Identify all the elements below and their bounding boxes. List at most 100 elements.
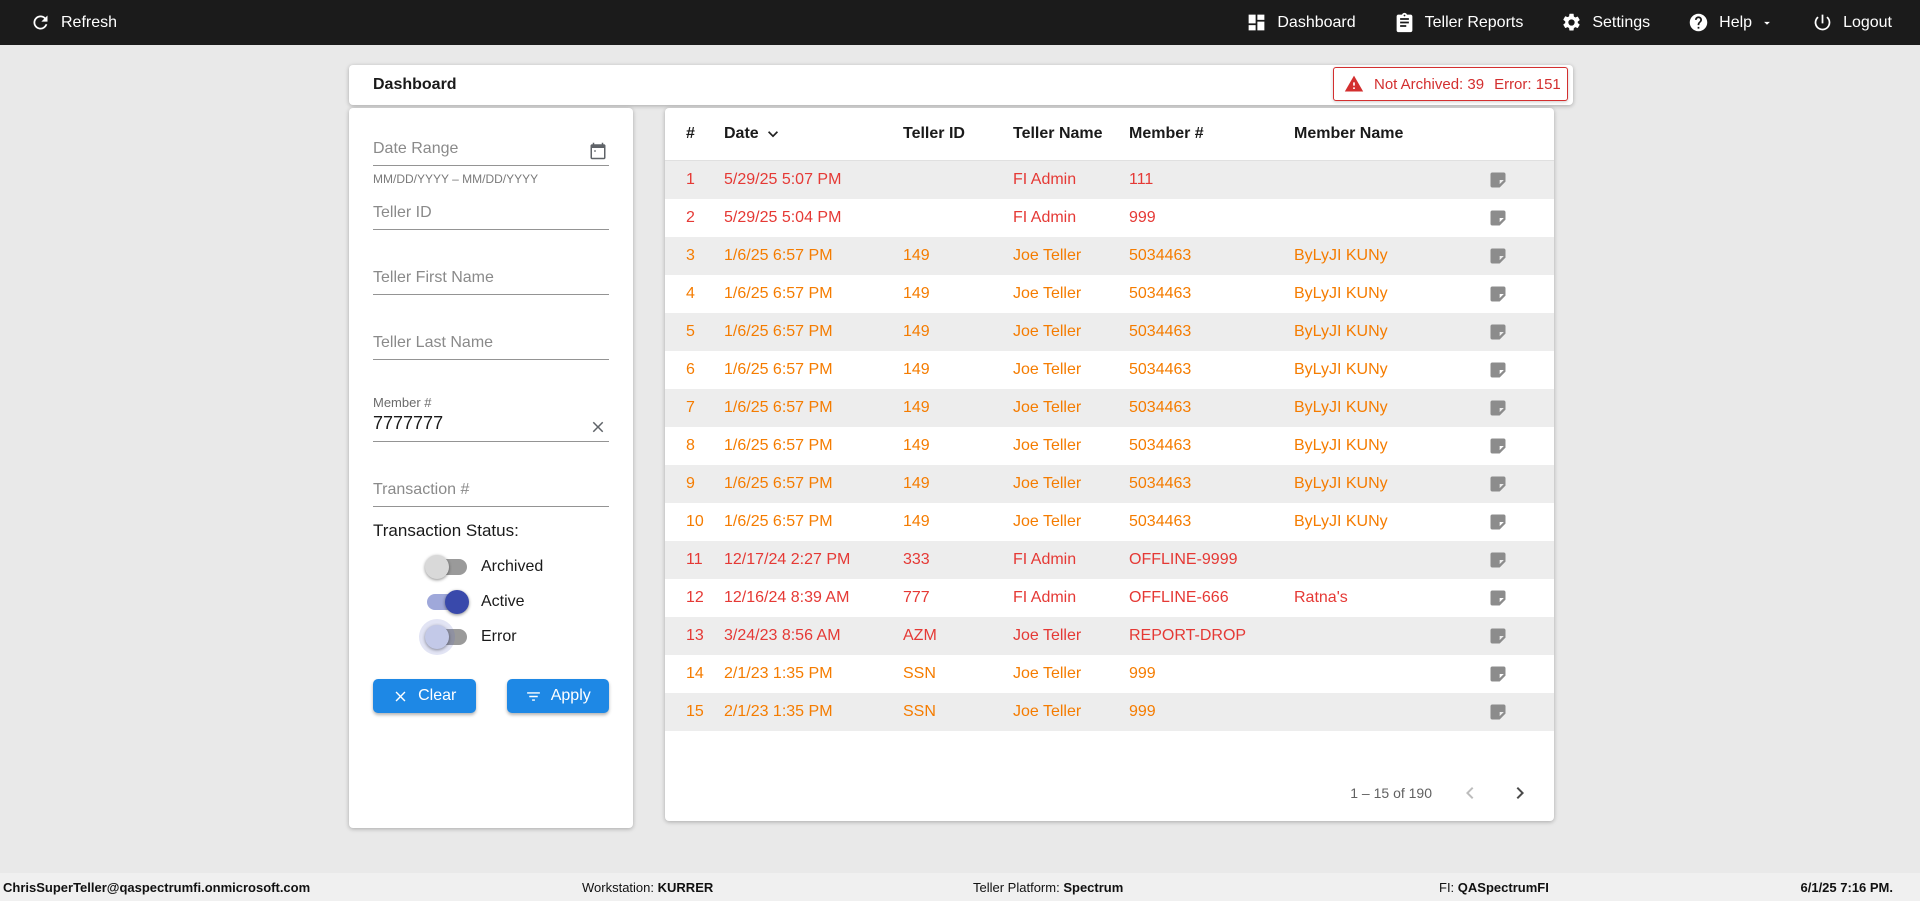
note-icon[interactable] <box>1488 398 1508 418</box>
table-row[interactable]: 3 1/6/25 6:57 PM 149 Joe Teller 5034463 … <box>665 237 1554 275</box>
table-row[interactable]: 12 12/16/24 8:39 AM 777 FI Admin OFFLINE… <box>665 579 1554 617</box>
error-toggle[interactable] <box>425 625 467 649</box>
table-row[interactable]: 2 5/29/25 5:04 PM FI Admin 999 <box>665 199 1554 237</box>
row-note-cell <box>1488 398 1554 418</box>
row-member-number: 999 <box>1129 665 1156 682</box>
col-teller-id: Teller ID <box>903 125 965 142</box>
teller-platform-info: Teller Platform: Spectrum <box>973 880 1123 895</box>
chevron-right-icon <box>1516 787 1524 799</box>
clear-button[interactable]: Clear <box>373 679 476 713</box>
row-member-number: 5034463 <box>1129 323 1192 340</box>
note-icon[interactable] <box>1488 170 1508 190</box>
table-row[interactable]: 5 1/6/25 6:57 PM 149 Joe Teller 5034463 … <box>665 313 1554 351</box>
row-note-cell <box>1488 702 1554 722</box>
col-date[interactable]: Date <box>724 124 903 144</box>
row-member-name: ByLyJI KUNy <box>1294 361 1388 378</box>
note-icon[interactable] <box>1488 322 1508 342</box>
row-note-cell <box>1488 170 1554 190</box>
row-date: 1/6/25 6:57 PM <box>724 247 833 264</box>
row-member-number: 5034463 <box>1129 285 1192 302</box>
status-alert-badge[interactable]: Not Archived: 39 Error: 151 <box>1333 67 1568 101</box>
table-row[interactable]: 14 2/1/23 1:35 PM SSN Joe Teller 999 <box>665 655 1554 693</box>
table-row[interactable]: 15 2/1/23 1:35 PM SSN Joe Teller 999 <box>665 693 1554 731</box>
row-note-cell <box>1488 246 1554 266</box>
row-teller-id: 333 <box>903 551 930 568</box>
note-icon[interactable] <box>1488 626 1508 646</box>
table-row[interactable]: 1 5/29/25 5:07 PM FI Admin 111 <box>665 161 1554 199</box>
toggle-thumb <box>425 625 449 649</box>
fi-value: QASpectrumFI <box>1457 880 1549 895</box>
member-number-label: Member # <box>373 395 432 410</box>
member-number-input[interactable] <box>373 412 609 442</box>
note-icon[interactable] <box>1488 512 1508 532</box>
filter-icon <box>526 691 540 701</box>
date-range-input[interactable] <box>373 136 609 166</box>
nav-settings[interactable]: Settings <box>1561 12 1650 33</box>
note-icon[interactable] <box>1488 702 1508 722</box>
table-row[interactable]: 13 3/24/23 8:56 AM AZM Joe Teller REPORT… <box>665 617 1554 655</box>
row-date: 1/6/25 6:57 PM <box>724 361 833 378</box>
platform-label: Teller Platform: <box>973 880 1060 895</box>
row-date: 1/6/25 6:57 PM <box>724 475 833 492</box>
nav-logout[interactable]: Logout <box>1812 12 1892 33</box>
pagination-range-label: 1 – 15 of 190 <box>1350 785 1432 801</box>
row-note-cell <box>1488 626 1554 646</box>
filter-panel: MM/DD/YYYY – MM/DD/YYYY Member # Transac… <box>349 108 633 828</box>
note-icon[interactable] <box>1488 284 1508 304</box>
note-icon[interactable] <box>1488 246 1508 266</box>
row-number: 14 <box>686 665 704 682</box>
note-icon[interactable] <box>1488 360 1508 380</box>
row-date: 1/6/25 6:57 PM <box>724 323 833 340</box>
note-icon[interactable] <box>1488 208 1508 228</box>
active-toggle[interactable] <box>427 590 469 614</box>
table-row[interactable]: 4 1/6/25 6:57 PM 149 Joe Teller 5034463 … <box>665 275 1554 313</box>
table-row[interactable]: 6 1/6/25 6:57 PM 149 Joe Teller 5034463 … <box>665 351 1554 389</box>
toggle-row-active: Active <box>427 590 609 614</box>
note-icon[interactable] <box>1488 436 1508 456</box>
table-row[interactable]: 11 12/17/24 2:27 PM 333 FI Admin OFFLINE… <box>665 541 1554 579</box>
platform-value: Spectrum <box>1063 880 1124 895</box>
row-teller-id: 149 <box>903 323 930 340</box>
note-icon[interactable] <box>1488 474 1508 494</box>
transaction-number-group <box>373 477 609 507</box>
clear-member-icon[interactable] <box>589 418 607 436</box>
note-icon[interactable] <box>1488 550 1508 570</box>
row-member-number: REPORT-DROP <box>1129 627 1247 644</box>
table-row[interactable]: 10 1/6/25 6:57 PM 149 Joe Teller 5034463… <box>665 503 1554 541</box>
apply-button[interactable]: Apply <box>506 679 609 713</box>
row-teller-name: Joe Teller <box>1013 361 1082 378</box>
previous-page-button[interactable] <box>1458 781 1482 805</box>
nav-teller-reports[interactable]: Teller Reports <box>1394 12 1523 33</box>
table-row[interactable]: 8 1/6/25 6:57 PM 149 Joe Teller 5034463 … <box>665 427 1554 465</box>
teller-last-name-group <box>373 330 609 360</box>
row-member-number: OFFLINE-666 <box>1129 589 1229 606</box>
nav-help[interactable]: Help <box>1688 12 1774 33</box>
chevron-down-icon <box>1764 21 1770 25</box>
next-page-button[interactable] <box>1508 781 1532 805</box>
transaction-number-input[interactable] <box>373 477 609 507</box>
row-number: 10 <box>686 513 704 530</box>
note-icon[interactable] <box>1488 664 1508 684</box>
row-teller-name: Joe Teller <box>1013 627 1082 644</box>
nav-dashboard[interactable]: Dashboard <box>1246 12 1356 33</box>
refresh-button[interactable]: Refresh <box>30 12 117 33</box>
row-number: 9 <box>686 475 695 492</box>
teller-id-input[interactable] <box>373 200 609 230</box>
row-note-cell <box>1488 360 1554 380</box>
sort-desc-icon <box>767 131 778 138</box>
row-note-cell <box>1488 208 1554 228</box>
calendar-icon[interactable] <box>589 142 607 160</box>
table-row[interactable]: 7 1/6/25 6:57 PM 149 Joe Teller 5034463 … <box>665 389 1554 427</box>
toggle-row-error: Error <box>425 625 609 649</box>
row-note-cell <box>1488 550 1554 570</box>
row-teller-name: Joe Teller <box>1013 513 1082 530</box>
workstation-info: Workstation: KURRER <box>582 880 713 895</box>
note-icon[interactable] <box>1488 588 1508 608</box>
teller-reports-icon <box>1396 12 1413 33</box>
row-teller-id: 149 <box>903 247 930 264</box>
table-row[interactable]: 9 1/6/25 6:57 PM 149 Joe Teller 5034463 … <box>665 465 1554 503</box>
row-member-name: Ratna's <box>1294 589 1348 606</box>
archived-toggle[interactable] <box>425 555 467 579</box>
teller-last-name-input[interactable] <box>373 330 609 360</box>
teller-first-name-input[interactable] <box>373 265 609 295</box>
